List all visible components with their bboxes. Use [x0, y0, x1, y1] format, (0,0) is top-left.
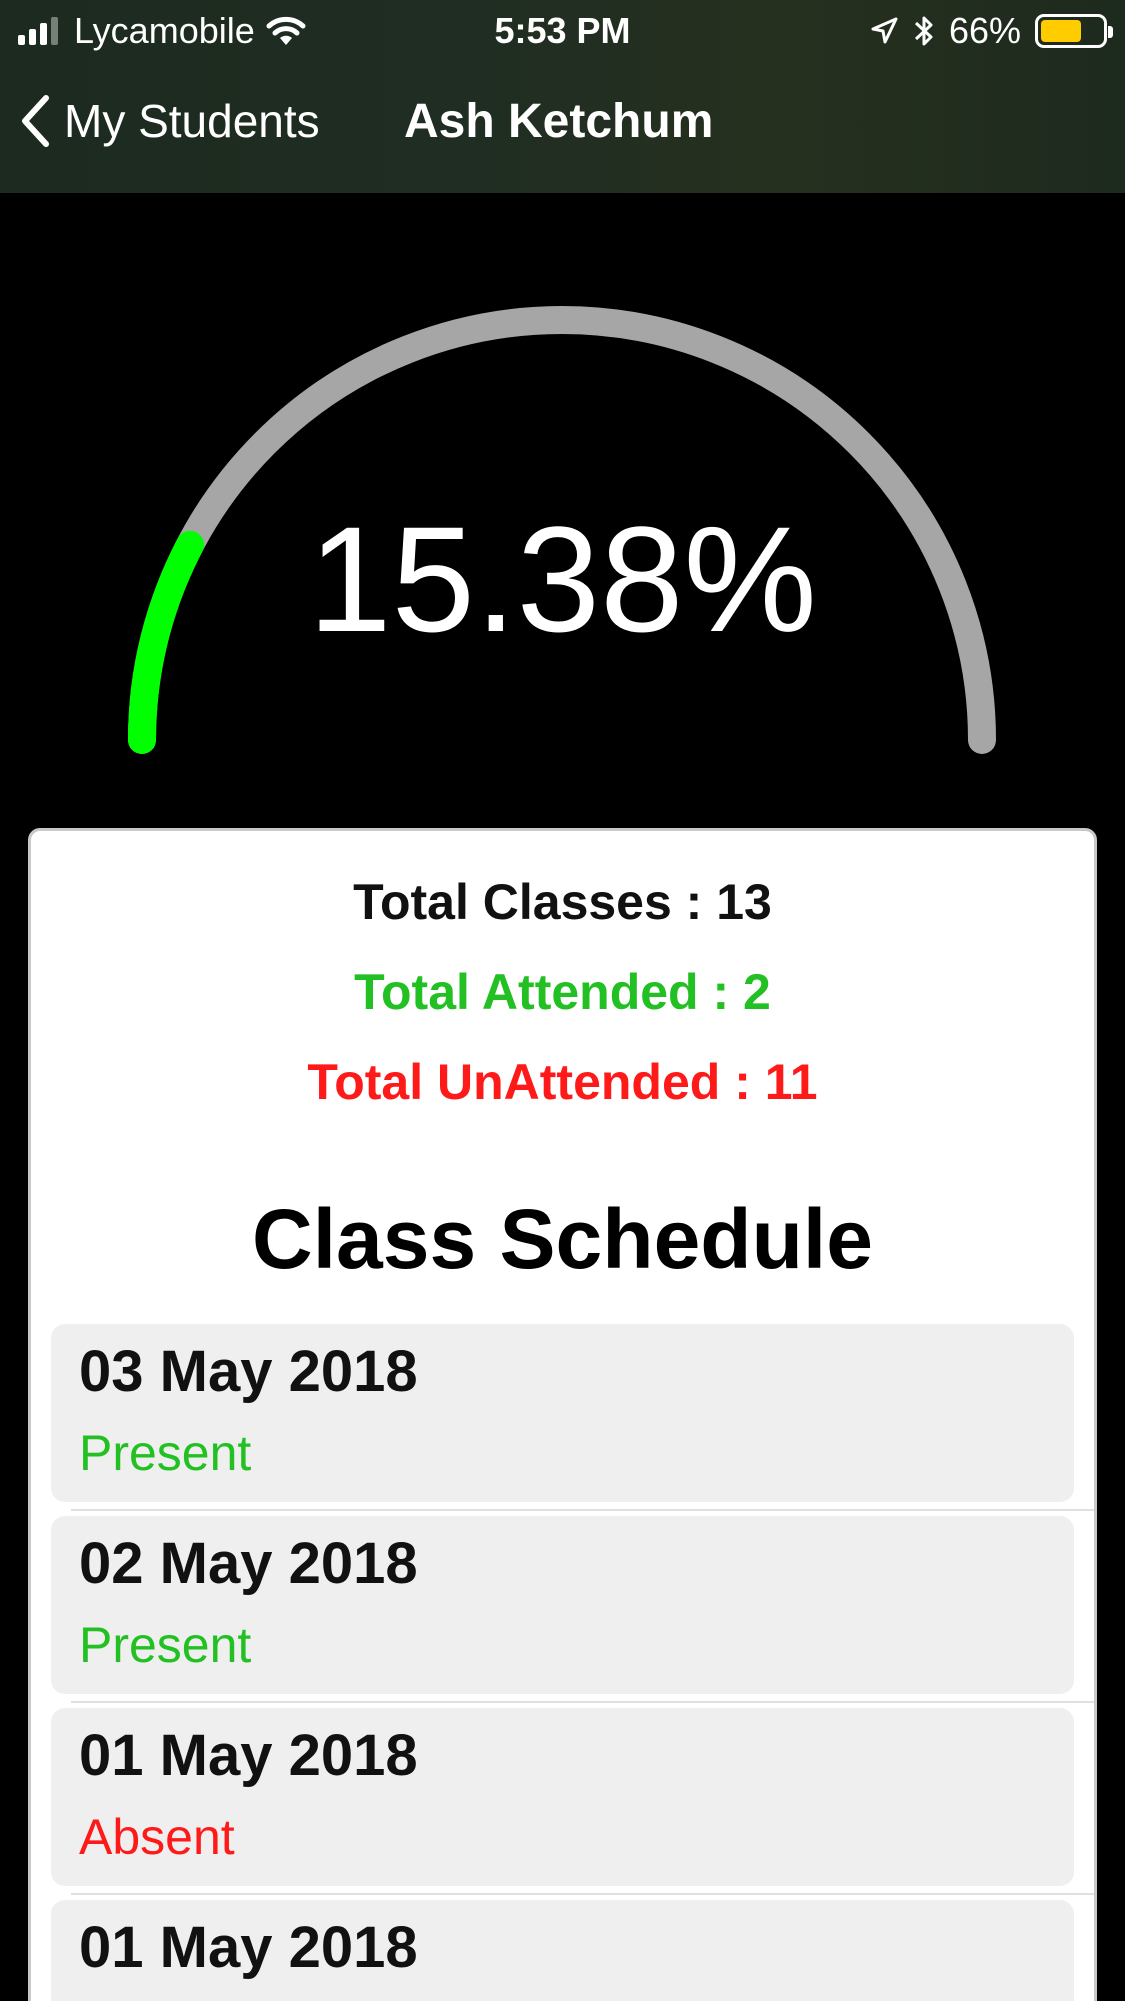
top-bar: Lycamobile 5:53 PM 66% My Students Ash K… — [0, 0, 1125, 193]
schedule-status: Present — [79, 1425, 252, 1481]
total-unattended: Total UnAttended : 11 — [307, 1054, 818, 1110]
schedule-item[interactable]: 02 May 2018 Present — [51, 1516, 1074, 1694]
row-divider — [71, 1893, 1094, 1895]
schedule-item[interactable]: 03 May 2018 Present — [51, 1324, 1074, 1502]
total-attended: Total Attended : 2 — [354, 964, 771, 1020]
status-bar: Lycamobile 5:53 PM 66% — [0, 0, 1125, 62]
page-title: Ash Ketchum — [404, 95, 714, 148]
schedule-item[interactable]: 01 May 2018 Absent — [51, 1708, 1074, 1886]
attendance-card: Total Classes : 13 Total Attended : 2 To… — [28, 828, 1097, 2001]
total-classes: Total Classes : 13 — [353, 874, 772, 930]
schedule-status: Present — [79, 1617, 252, 1673]
battery-percent: 66% — [948, 10, 1021, 51]
attendance-gauge: 15.38% — [0, 193, 1125, 813]
schedule-status: Absent — [79, 1809, 235, 1865]
schedule-item[interactable]: 01 May 2018 — [51, 1900, 1074, 2001]
back-button-label: My Students — [64, 95, 320, 147]
navigation-bar: My Students Ash Ketchum — [0, 80, 1125, 170]
chevron-left-icon — [22, 95, 49, 147]
schedule-date: 03 May 2018 — [79, 1339, 418, 1404]
schedule-date: 01 May 2018 — [79, 1915, 418, 1980]
attendance-percentage: 15.38% — [308, 495, 817, 663]
schedule-date: 01 May 2018 — [79, 1723, 418, 1788]
schedule-date: 02 May 2018 — [79, 1531, 418, 1596]
schedule-title: Class Schedule — [252, 1192, 873, 1286]
row-divider — [71, 1509, 1094, 1511]
row-divider — [71, 1701, 1094, 1703]
battery-icon — [1035, 14, 1113, 48]
back-button[interactable]: My Students — [20, 94, 320, 148]
location-icon — [871, 17, 898, 44]
bluetooth-icon — [914, 16, 933, 46]
